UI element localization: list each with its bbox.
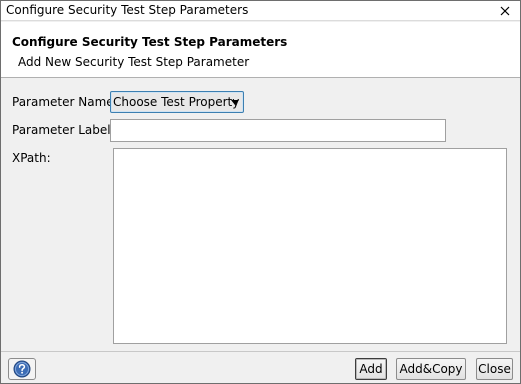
dialog-header: Configure Security Test Step Parameters … bbox=[1, 22, 520, 78]
window-title: Configure Security Test Step Parameters bbox=[6, 3, 249, 17]
title-bar[interactable]: Configure Security Test Step Parameters bbox=[1, 1, 520, 21]
help-button[interactable] bbox=[8, 358, 36, 380]
close-button[interactable]: Close bbox=[476, 358, 513, 380]
parameter-name-select[interactable]: Choose Test Property bbox=[110, 91, 244, 113]
dialog-footer: Add Add&Copy Close bbox=[1, 351, 520, 383]
parameter-label-label: Parameter Label: bbox=[12, 123, 115, 137]
close-icon bbox=[500, 6, 510, 16]
header-subtitle: Add New Security Test Step Parameter bbox=[18, 55, 250, 69]
window-close-button[interactable] bbox=[494, 2, 516, 20]
help-icon bbox=[13, 360, 31, 378]
xpath-textarea[interactable] bbox=[113, 148, 507, 344]
form-area: Parameter Name: Choose Test Property Par… bbox=[1, 79, 520, 351]
parameter-name-selected-value: Choose Test Property bbox=[113, 95, 240, 109]
chevron-down-icon bbox=[231, 100, 239, 105]
xpath-label: XPath: bbox=[12, 151, 51, 165]
parameter-label-input[interactable] bbox=[110, 119, 446, 142]
header-title: Configure Security Test Step Parameters bbox=[12, 35, 288, 49]
add-copy-button[interactable]: Add&Copy bbox=[396, 358, 466, 380]
dialog-window: Configure Security Test Step Parameters … bbox=[0, 0, 521, 384]
parameter-name-label: Parameter Name: bbox=[12, 95, 118, 109]
add-button[interactable]: Add bbox=[355, 358, 387, 380]
